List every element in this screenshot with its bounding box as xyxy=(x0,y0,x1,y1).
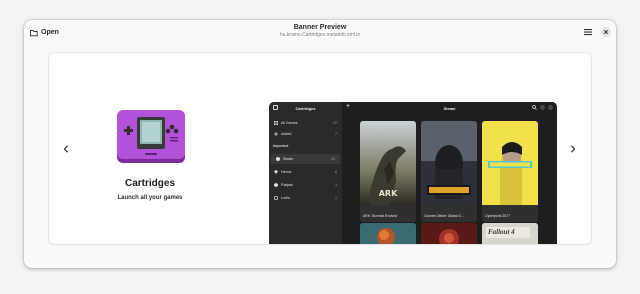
sidebar-item-count: 15 xyxy=(331,157,335,161)
hamburger-menu-icon[interactable] xyxy=(583,27,593,37)
sidebar-item-all-games: All Games 22 xyxy=(269,118,342,128)
sidebar-item-count: 7 xyxy=(335,132,337,136)
app-name: Cartridges xyxy=(124,178,175,189)
window-subtitle: hu.kramo.Cartridges.metainfo.xml.in xyxy=(279,32,361,38)
menu-icon xyxy=(548,105,553,110)
game-cover: ARK xyxy=(360,121,416,205)
game-card xyxy=(360,223,416,244)
lutris-icon xyxy=(274,196,278,200)
sidebar-item-added: Added 7 xyxy=(269,129,342,139)
grid-icon xyxy=(274,121,278,125)
sidebar-item-label: Steam xyxy=(283,157,294,161)
sidebar-item-steam: Steam 15 xyxy=(271,154,340,164)
game-cover xyxy=(482,121,538,205)
open-button[interactable]: Open xyxy=(30,26,59,39)
chevron-right-icon xyxy=(571,145,576,153)
svg-text:ARK: ARK xyxy=(379,189,398,198)
search-icon xyxy=(532,105,537,110)
sidebar-item-flatpak: Flatpak 3 xyxy=(269,180,342,190)
sort-icon xyxy=(540,105,545,110)
game-card: Counter-Strike: Global O... xyxy=(421,121,477,222)
app-tagline: Launch all your games xyxy=(117,195,183,201)
folder-open-icon xyxy=(30,29,38,36)
window-title: Banner Preview xyxy=(293,24,347,31)
sidebar-item-label: Lutris xyxy=(281,196,290,200)
game-title: Cyberpunk 2077 xyxy=(482,210,538,222)
game-title: ARK: Survival Evolved xyxy=(360,210,416,222)
previous-button[interactable] xyxy=(61,143,71,155)
sidebar-item-count: 1 xyxy=(335,196,337,200)
sidebar-item-label: All Games xyxy=(281,121,298,125)
game-title: Counter-Strike: Global O... xyxy=(421,210,477,222)
plus-icon xyxy=(274,132,278,136)
app-screenshot: Cartridges All Games 22 Added 7 Imported… xyxy=(269,102,557,244)
sidebar-section-imported: Imported xyxy=(273,144,289,148)
game-card: Cyberpunk 2077 xyxy=(482,121,538,222)
game-card: ARK ARK: Survival Evolved xyxy=(360,121,416,222)
fallout-cover-text: Fallout 4 xyxy=(488,228,515,236)
sidebar-item-heroic: Heroic 6 xyxy=(269,167,342,177)
game-cover xyxy=(421,223,477,244)
sidebar-item-count: 3 xyxy=(335,183,337,187)
sidebar-item-label: Heroic xyxy=(281,170,292,174)
close-button[interactable] xyxy=(601,27,611,37)
game-card xyxy=(421,223,477,244)
sidebar-item-lutris: Lutris 1 xyxy=(269,193,342,203)
sidebar-item-label: Added xyxy=(281,132,292,136)
chevron-left-icon xyxy=(63,145,68,153)
game-cover xyxy=(421,121,477,205)
sidebar-title: Cartridges xyxy=(295,106,316,111)
flatpak-icon xyxy=(274,183,278,187)
sidebar-item-count: 22 xyxy=(333,121,337,125)
game-cover xyxy=(360,223,416,244)
next-button[interactable] xyxy=(568,143,578,155)
heroic-icon xyxy=(274,170,278,174)
screenshot-main: + Steam ARK ARK: Survival Evolved Counte… xyxy=(342,102,557,244)
title-box: Banner Preview hu.kramo.Cartridges.metai… xyxy=(220,24,420,39)
sidebar-item-count: 6 xyxy=(335,170,337,174)
handheld-console-icon xyxy=(117,110,185,163)
steam-icon xyxy=(276,157,280,161)
sidebar-item-label: Flatpak xyxy=(281,183,293,187)
screenshot-sidebar: Cartridges All Games 22 Added 7 Imported… xyxy=(269,102,342,244)
main-title: Steam xyxy=(443,106,456,111)
game-card: Fallout 4 xyxy=(482,223,538,244)
header-bar: Open Banner Preview hu.kramo.Cartridges.… xyxy=(24,20,616,44)
close-icon xyxy=(603,29,609,35)
open-button-label: Open xyxy=(41,29,59,36)
main-header-icons xyxy=(532,105,553,110)
